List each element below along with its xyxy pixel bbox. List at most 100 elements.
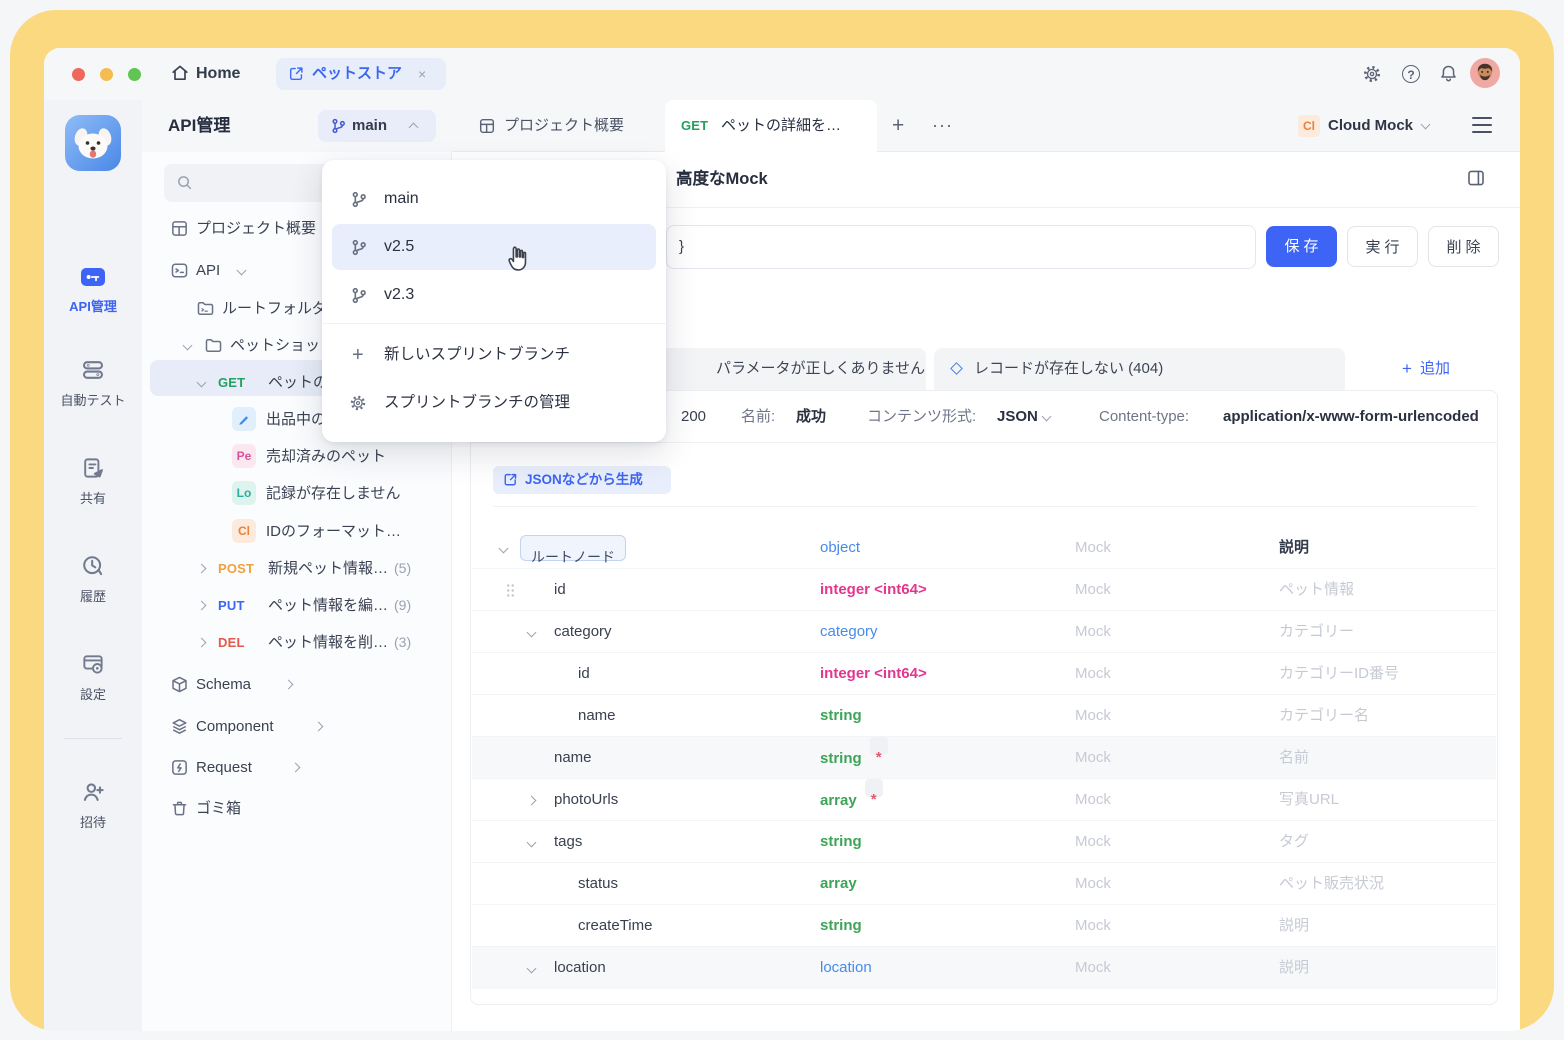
gear-icon[interactable] xyxy=(1362,64,1382,84)
document-tabstrip: プロジェクト概要 GET ペットの詳細を… + ··· Cl Cloud Moc… xyxy=(452,100,1520,152)
project-tab-label: ペットストア xyxy=(312,58,402,90)
tab-active-get-pet-detail[interactable]: GET ペットの詳細を… xyxy=(665,100,877,152)
path-input-value: } xyxy=(679,226,684,268)
tree-item-label: ペット情報を削…(3) xyxy=(268,624,411,661)
tree-item-mock-idformat[interactable]: Cl IDのフォーマット… xyxy=(142,513,452,550)
field-description[interactable]: 説明 xyxy=(1279,947,1309,989)
mock-placeholder[interactable]: Mock xyxy=(1075,569,1111,611)
traffic-minimize-button[interactable] xyxy=(100,68,113,81)
bell-icon[interactable] xyxy=(1438,63,1459,84)
tree-item-put-editpet[interactable]: PUT ペット情報を編…(9) xyxy=(142,587,452,624)
menu-item-new-branch[interactable]: + 新しいスプリントブランチ xyxy=(332,332,656,378)
tree-item-component[interactable]: Component xyxy=(142,708,452,745)
project-tab-close-icon[interactable]: × xyxy=(418,58,426,90)
search-icon xyxy=(176,174,193,191)
tab-project-overview[interactable]: プロジェクト概要 xyxy=(504,100,624,152)
menu-item-v2-5[interactable]: v2.5 xyxy=(332,224,656,270)
field-description[interactable]: ペット販売状況 xyxy=(1279,863,1384,905)
cloud-mock-selector[interactable]: Cl Cloud Mock xyxy=(1298,110,1464,142)
new-tab-button[interactable]: + xyxy=(892,100,904,152)
mock-placeholder[interactable]: Mock xyxy=(1075,695,1111,737)
schema-row-createtime[interactable]: createTime string Mock 説明 xyxy=(472,905,1496,947)
tree-item-label: ペットショップ xyxy=(230,327,335,364)
schema-row-category-id[interactable]: id integer <int64> Mock カテゴリーID番号 xyxy=(472,653,1496,695)
branch-selector[interactable]: main xyxy=(318,110,436,142)
mock-placeholder[interactable]: Mock xyxy=(1075,947,1111,989)
mock-placeholder[interactable]: Mock xyxy=(1075,779,1111,821)
sidebar-item-settings[interactable]: 設定 xyxy=(44,652,142,703)
field-name: tags xyxy=(554,821,582,863)
help-icon[interactable]: ? xyxy=(1402,65,1420,83)
sidebar-item-invite[interactable]: 招待 xyxy=(44,780,142,831)
field-description[interactable]: 名前 xyxy=(1279,737,1309,779)
tree-item-mock-norecord[interactable]: Lo 記録が存在しません xyxy=(142,475,452,512)
panel-toggle-icon[interactable] xyxy=(1466,168,1486,188)
mock-path-input[interactable]: } xyxy=(666,225,1256,269)
tree-item-del-deletepet[interactable]: DEL ペット情報を削…(3) xyxy=(142,624,452,661)
tree-item-mock-sold[interactable]: Pe 売却済みのペット xyxy=(142,438,452,475)
mock-placeholder[interactable]: Mock xyxy=(1075,611,1111,653)
tree-item-post-newpet[interactable]: POST 新規ペット情報…(5) xyxy=(142,550,452,587)
name-value: 成功 xyxy=(796,391,826,443)
avatar[interactable] xyxy=(1470,58,1500,88)
response-tab-404[interactable]: レコードが存在しない (404) xyxy=(934,348,1345,390)
menu-item-manage-branches[interactable]: スプリントブランチの管理 xyxy=(332,380,656,426)
schema-row-root[interactable]: ルートノード object Mock 説明 xyxy=(472,527,1496,569)
field-type: array xyxy=(820,863,857,905)
field-description[interactable]: 写真URL xyxy=(1279,779,1339,821)
diamond-icon xyxy=(950,362,963,375)
branch-icon xyxy=(350,239,367,256)
traffic-zoom-button[interactable] xyxy=(128,68,141,81)
generate-from-json-button[interactable]: JSONなどから生成 xyxy=(493,466,671,494)
run-button[interactable]: 実行 xyxy=(1347,226,1418,267)
traffic-close-button[interactable] xyxy=(72,68,85,81)
field-description[interactable]: タグ xyxy=(1279,821,1309,863)
field-description[interactable]: カテゴリーID番号 xyxy=(1279,653,1399,695)
sidebar-item-label: 自動テスト xyxy=(44,390,142,409)
external-link-icon xyxy=(288,65,305,82)
menu-hamburger-icon[interactable] xyxy=(1472,117,1492,135)
menu-item-v2-3[interactable]: v2.3 xyxy=(332,272,656,318)
menu-item-main[interactable]: main xyxy=(332,176,656,222)
drag-handle[interactable] xyxy=(506,583,515,598)
mock-placeholder[interactable]: Mock xyxy=(1075,821,1111,863)
sidebar-item-share[interactable]: 共有 xyxy=(44,456,142,507)
field-description[interactable]: カテゴリー名 xyxy=(1279,695,1369,737)
schema-row-id[interactable]: id integer <int64> Mock ペット情報 xyxy=(472,569,1496,611)
schema-row-photourls[interactable]: photoUrls array* Mock 写真URL xyxy=(472,779,1496,821)
project-tab[interactable]: ペットストア × xyxy=(276,58,446,90)
mock-placeholder[interactable]: Mock xyxy=(1075,737,1111,779)
mouse-cursor-hand xyxy=(503,244,531,276)
schema-row-location[interactable]: location location Mock 説明 xyxy=(472,947,1496,989)
field-type-link[interactable]: category xyxy=(820,611,878,653)
field-type-link[interactable]: location xyxy=(820,947,872,989)
tree-item-trash[interactable]: ゴミ箱 xyxy=(142,790,452,827)
response-tab-add[interactable]: + 追加 xyxy=(1352,348,1498,390)
schema-row-tags[interactable]: tags string Mock タグ xyxy=(472,821,1496,863)
mock-placeholder[interactable]: Mock xyxy=(1075,653,1111,695)
field-description[interactable]: カテゴリー xyxy=(1279,611,1354,653)
tree-item-request[interactable]: Request xyxy=(142,749,452,786)
sidebar-item-api[interactable]: API管理 xyxy=(44,266,142,315)
project-logo[interactable] xyxy=(65,115,121,171)
tab-more-button[interactable]: ··· xyxy=(932,100,953,150)
tree-item-schema[interactable]: Schema xyxy=(142,666,452,703)
field-description[interactable]: 説明 xyxy=(1279,905,1309,947)
save-button[interactable]: 保存 xyxy=(1266,226,1337,267)
root-node-tag[interactable]: ルートノード xyxy=(520,535,626,561)
sidebar-item-history[interactable]: 履歴 xyxy=(44,554,142,605)
schema-row-category-name[interactable]: name string Mock カテゴリー名 xyxy=(472,695,1496,737)
schema-row-name[interactable]: name string* Mock 名前 xyxy=(472,737,1496,779)
sidebar-item-autotest[interactable]: 自動テスト xyxy=(44,358,142,409)
mock-placeholder[interactable]: Mock xyxy=(1075,863,1111,905)
branch-icon xyxy=(330,118,346,134)
field-description[interactable]: ペット情報 xyxy=(1279,569,1354,611)
home-button[interactable]: Home xyxy=(196,48,240,100)
mock-column-header: Mock xyxy=(1075,527,1111,569)
schema-row-status[interactable]: status array Mock ペット販売状況 xyxy=(472,863,1496,905)
format-select[interactable]: JSON xyxy=(997,391,1038,443)
delete-button[interactable]: 削除 xyxy=(1428,226,1499,267)
tab-title: ペットの詳細を… xyxy=(721,100,841,152)
mock-placeholder[interactable]: Mock xyxy=(1075,905,1111,947)
schema-row-category[interactable]: category category Mock カテゴリー xyxy=(472,611,1496,653)
